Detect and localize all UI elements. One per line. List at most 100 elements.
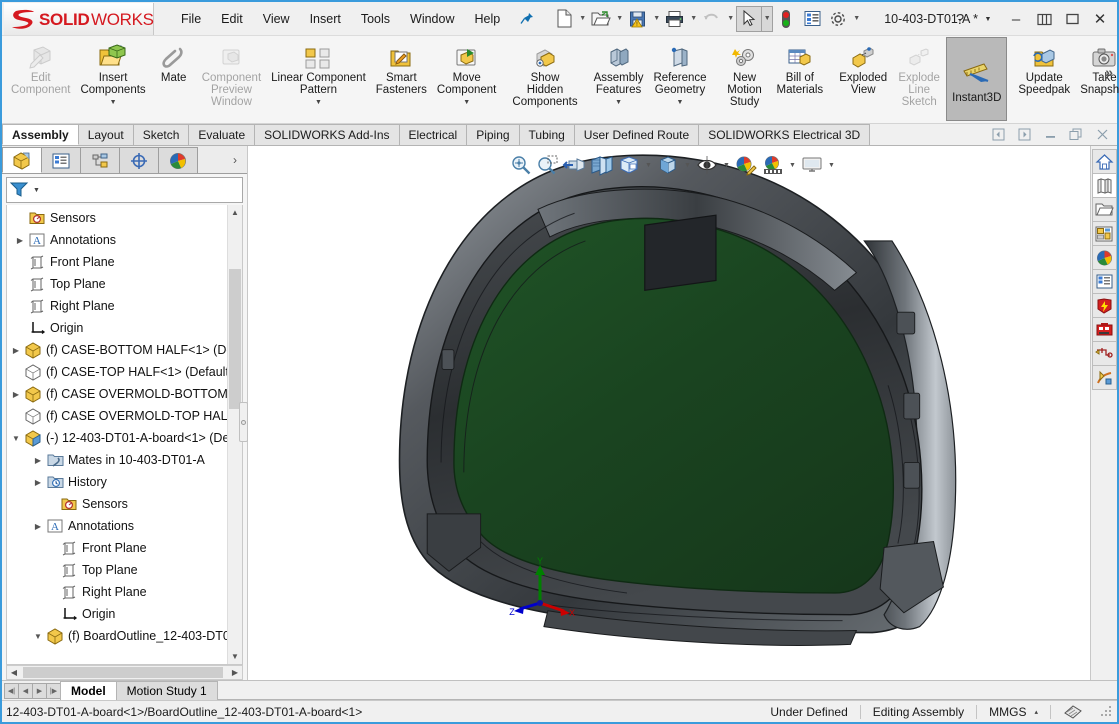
- select-tool-caret-icon[interactable]: ▼: [762, 6, 773, 32]
- reference-geometry-caret-icon[interactable]: ▼: [677, 99, 684, 107]
- move-component-button[interactable]: MoveComponent ▼: [432, 36, 501, 123]
- close-button[interactable]: ✕: [1087, 6, 1113, 32]
- resize-grip[interactable]: [1101, 706, 1113, 718]
- view-orientation-button[interactable]: [616, 152, 642, 178]
- solidworks-resources-button[interactable]: [1092, 149, 1117, 174]
- first-sheet-button[interactable]: ◀|: [4, 683, 19, 699]
- tree-item-mates[interactable]: ▶ Mates in 10-403-DT01-A: [7, 449, 242, 471]
- maximize-button[interactable]: [1059, 6, 1085, 32]
- collapse-arrow-icon[interactable]: ▼: [31, 632, 45, 641]
- new-document-button[interactable]: [551, 6, 577, 32]
- linear-component-pattern-button[interactable]: Linear ComponentPattern ▼: [266, 36, 371, 123]
- undo-button[interactable]: [699, 6, 725, 32]
- design-library-button[interactable]: [1092, 173, 1117, 198]
- view-settings-button[interactable]: [799, 152, 825, 178]
- print-button[interactable]: [662, 6, 688, 32]
- routing-tools-button[interactable]: [1092, 365, 1117, 390]
- graphics-viewport[interactable]: ▼ ▼ ▼: [248, 146, 1090, 680]
- scroll-right-icon[interactable]: ▶: [228, 668, 242, 677]
- insert-components-caret-icon[interactable]: ▼: [110, 99, 117, 107]
- tree-item-board-right-plane[interactable]: Right Plane: [7, 581, 242, 603]
- tab-layout[interactable]: Layout: [78, 124, 134, 145]
- options-caret-icon[interactable]: ▼: [851, 6, 862, 32]
- display-manager-tab[interactable]: [158, 147, 198, 173]
- tab-motion-study-1[interactable]: Motion Study 1: [116, 681, 218, 700]
- previous-view-button[interactable]: [562, 152, 588, 178]
- overlay-quality-button[interactable]: [1051, 701, 1095, 722]
- tree-item-board-sensors[interactable]: Sensors: [7, 493, 242, 515]
- tree-item-board-origin[interactable]: Origin: [7, 603, 242, 625]
- tree-item-right-plane[interactable]: Right Plane: [7, 295, 242, 317]
- undo-caret-icon[interactable]: ▼: [725, 6, 736, 32]
- menu-item-insert[interactable]: Insert: [301, 9, 350, 29]
- tree-item-board-outline[interactable]: ▼ (f) BoardOutline_12-403-DT01-: [7, 625, 242, 647]
- instant3d-button[interactable]: Instant3D: [946, 37, 1007, 121]
- display-style-button[interactable]: [655, 152, 681, 178]
- appearances-scenes-button[interactable]: [1092, 245, 1117, 270]
- expand-arrow-icon[interactable]: ▶: [31, 522, 45, 531]
- tab-solidworks-add-ins[interactable]: SOLIDWORKS Add-Ins: [254, 124, 399, 145]
- configuration-manager-tab[interactable]: [80, 147, 120, 173]
- open-document-caret-icon[interactable]: ▼: [614, 6, 625, 32]
- scrollbar-thumb[interactable]: [229, 269, 241, 409]
- tree-item-board-top-plane[interactable]: Top Plane: [7, 559, 242, 581]
- scroll-down-icon[interactable]: ▼: [228, 649, 242, 664]
- tree-filter-bar[interactable]: ▼: [6, 177, 243, 203]
- solidworks-electrical-button[interactable]: [1092, 293, 1117, 318]
- new-document-caret-icon[interactable]: ▼: [577, 6, 588, 32]
- explode-line-sketch-button[interactable]: ExplodeLineSketch: [892, 36, 946, 123]
- minimize-button[interactable]: –: [1003, 6, 1029, 32]
- menu-item-edit[interactable]: Edit: [212, 9, 252, 29]
- feature-manager-tab[interactable]: [2, 147, 42, 173]
- doc-next-button[interactable]: [1015, 125, 1033, 143]
- tab-user-defined-route[interactable]: User Defined Route: [574, 124, 699, 145]
- new-motion-study-button[interactable]: NewMotionStudy: [718, 36, 772, 123]
- tab-piping[interactable]: Piping: [466, 124, 519, 145]
- tree-item-history[interactable]: ▶ History: [7, 471, 242, 493]
- select-tool-button[interactable]: [736, 6, 762, 32]
- scroll-up-icon[interactable]: ▲: [228, 205, 242, 220]
- menu-item-window[interactable]: Window: [401, 9, 463, 29]
- tab-tubing[interactable]: Tubing: [519, 124, 575, 145]
- units-caret-icon[interactable]: ▴: [1034, 708, 1038, 716]
- file-explorer-button[interactable]: [1092, 197, 1117, 222]
- rebuild-button[interactable]: [773, 6, 799, 32]
- edit-component-button[interactable]: EditComponent: [6, 36, 75, 123]
- zoom-to-area-button[interactable]: [535, 152, 561, 178]
- section-view-button[interactable]: [589, 152, 615, 178]
- filter-caret-icon[interactable]: ▼: [33, 187, 40, 194]
- expand-arrow-icon[interactable]: ▶: [13, 236, 27, 245]
- menu-item-view[interactable]: View: [254, 9, 299, 29]
- tree-item-case-top-half[interactable]: (f) CASE-TOP HALF<1> (Default<: [7, 361, 242, 383]
- options-button[interactable]: [825, 6, 851, 32]
- hide-show-caret-icon[interactable]: ▼: [721, 152, 732, 178]
- menu-item-help[interactable]: Help: [466, 9, 510, 29]
- tab-sketch[interactable]: Sketch: [133, 124, 190, 145]
- help-button[interactable]: ?: [947, 6, 973, 32]
- tab-model[interactable]: Model: [60, 681, 117, 700]
- save-document-button[interactable]: !: [625, 6, 651, 32]
- hscrollbar-thumb[interactable]: [23, 667, 223, 678]
- tree-item-top-plane[interactable]: Top Plane: [7, 273, 242, 295]
- mate-button[interactable]: Mate: [151, 36, 197, 123]
- route-library-button[interactable]: [1092, 341, 1117, 366]
- tab-evaluate[interactable]: Evaluate: [188, 124, 255, 145]
- component-preview-window-button[interactable]: ComponentPreviewWindow: [197, 36, 266, 123]
- display-style-caret-icon[interactable]: ▼: [682, 152, 693, 178]
- scroll-left-icon[interactable]: ◀: [7, 668, 21, 677]
- tree-item-sensors[interactable]: Sensors: [7, 207, 242, 229]
- restore-button[interactable]: [1031, 6, 1057, 32]
- tree-item-case-overmold-top[interactable]: (f) CASE OVERMOLD-TOP HALF<1: [7, 405, 242, 427]
- tree-item-board-front-plane[interactable]: Front Plane: [7, 537, 242, 559]
- expand-arrow-icon[interactable]: ▶: [9, 346, 23, 355]
- hide-show-items-button[interactable]: [694, 152, 720, 178]
- assembly-features-button[interactable]: AssemblyFeatures ▼: [589, 36, 649, 123]
- tree-item-case-bottom-half[interactable]: ▶ (f) CASE-BOTTOM HALF<1> (Defa: [7, 339, 242, 361]
- expand-arrow-icon[interactable]: ▶: [31, 478, 45, 487]
- expand-arrow-icon[interactable]: ▶: [31, 456, 45, 465]
- view-orientation-caret-icon[interactable]: ▼: [643, 152, 654, 178]
- tree-item-front-plane[interactable]: Front Plane: [7, 251, 242, 273]
- apply-scene-button[interactable]: [760, 152, 786, 178]
- doc-close-button[interactable]: [1093, 125, 1111, 143]
- doc-prev-button[interactable]: [989, 125, 1007, 143]
